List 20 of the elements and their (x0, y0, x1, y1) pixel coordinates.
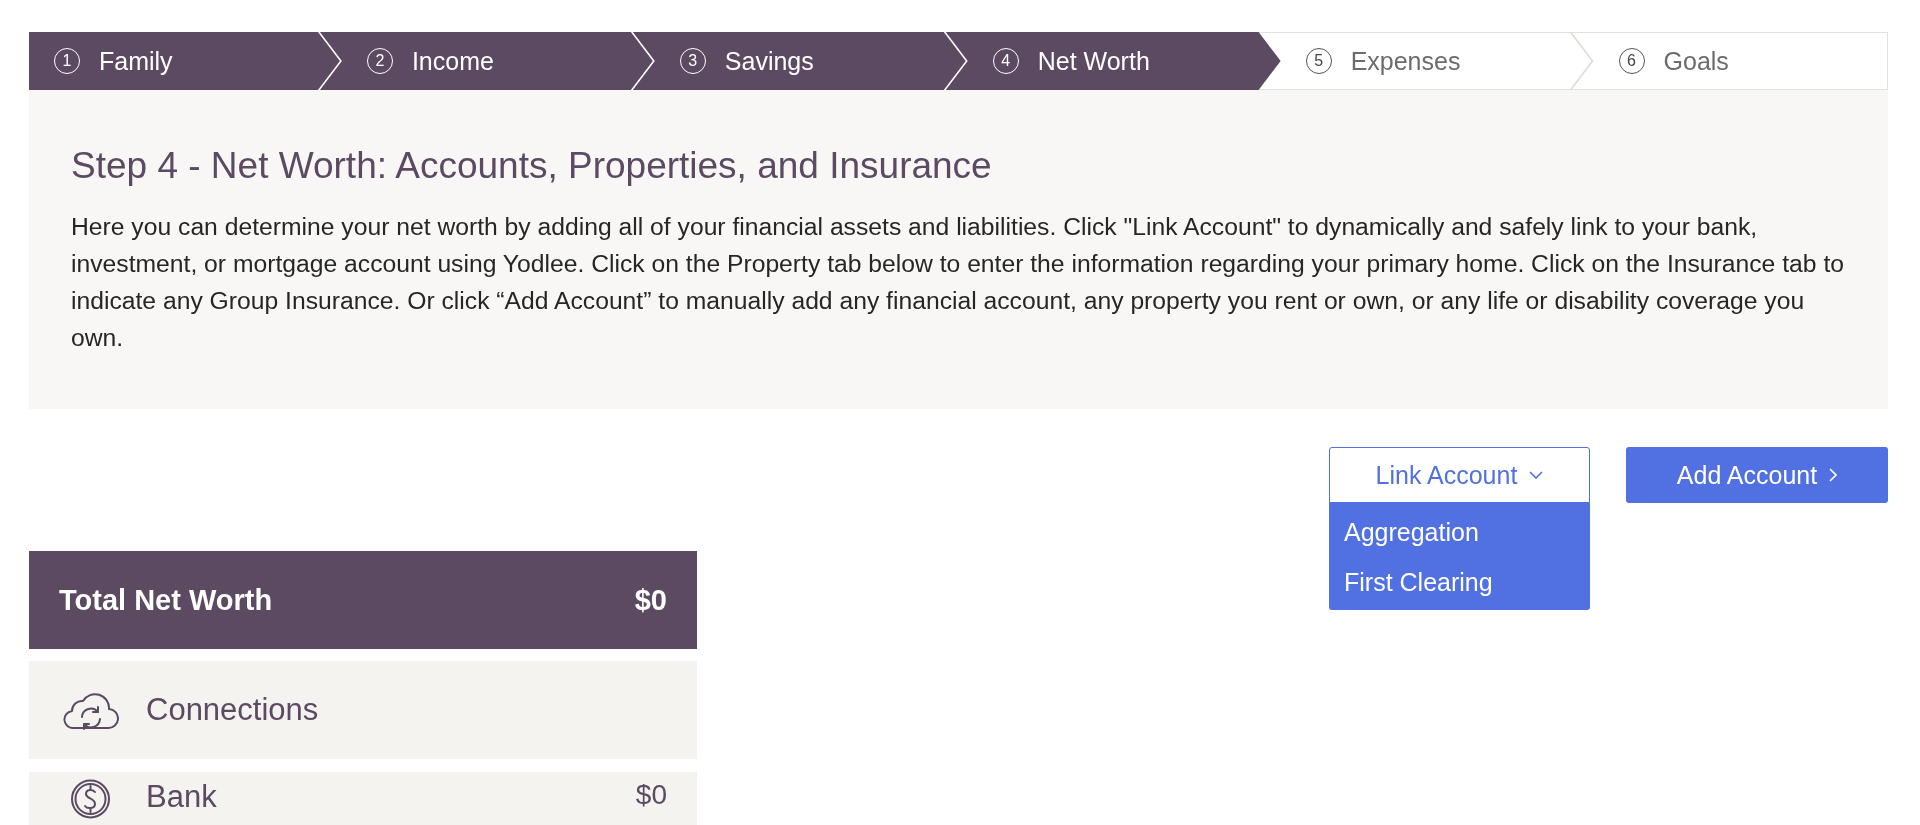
total-value: $0 (634, 583, 667, 617)
step-tab[interactable]: 3 Savings (654, 32, 968, 90)
add-account-button[interactable]: Add Account (1626, 447, 1888, 503)
menu-item[interactable]: Aggregation (1329, 507, 1590, 557)
category-label: Connections (146, 692, 320, 728)
category-value: $0 (635, 779, 667, 811)
category-label: Bank (146, 779, 218, 815)
step-tab[interactable]: 2 Income (341, 32, 655, 90)
link-account-button[interactable]: Link Account (1329, 447, 1590, 503)
cloud-sync-icon (62, 690, 119, 730)
step-tab[interactable]: 4 Net Worth (967, 32, 1281, 90)
menu-item[interactable]: First Clearing (1329, 557, 1590, 607)
chevron-down-icon (1529, 471, 1544, 479)
chevron-right-icon (1829, 468, 1838, 482)
total-label: Total Net Worth (59, 583, 273, 617)
step-tab[interactable]: 6 Goals (1593, 32, 1889, 90)
step-tab[interactable]: 5 Expenses (1280, 32, 1594, 90)
intro-text: Here you can determine your net worth by adding all of your financial assets and liabilities. Click "Link Account" to dynamically and safely link to your bank, investment, or mortgage account using Yodlee. Click on the Property tab below to enter the information regarding your primary home. Click on the Insurance tab to indicate any Group Insurance. Or click “Add Account” to manually add any financial account, any property you rent or own, or any life or disability coverage you own. (71, 212, 1845, 353)
step-tab[interactable]: 1 Family (29, 32, 342, 90)
page-title: Step 4 - Net Worth: Accounts, Properties, and Insurance (71, 144, 993, 187)
